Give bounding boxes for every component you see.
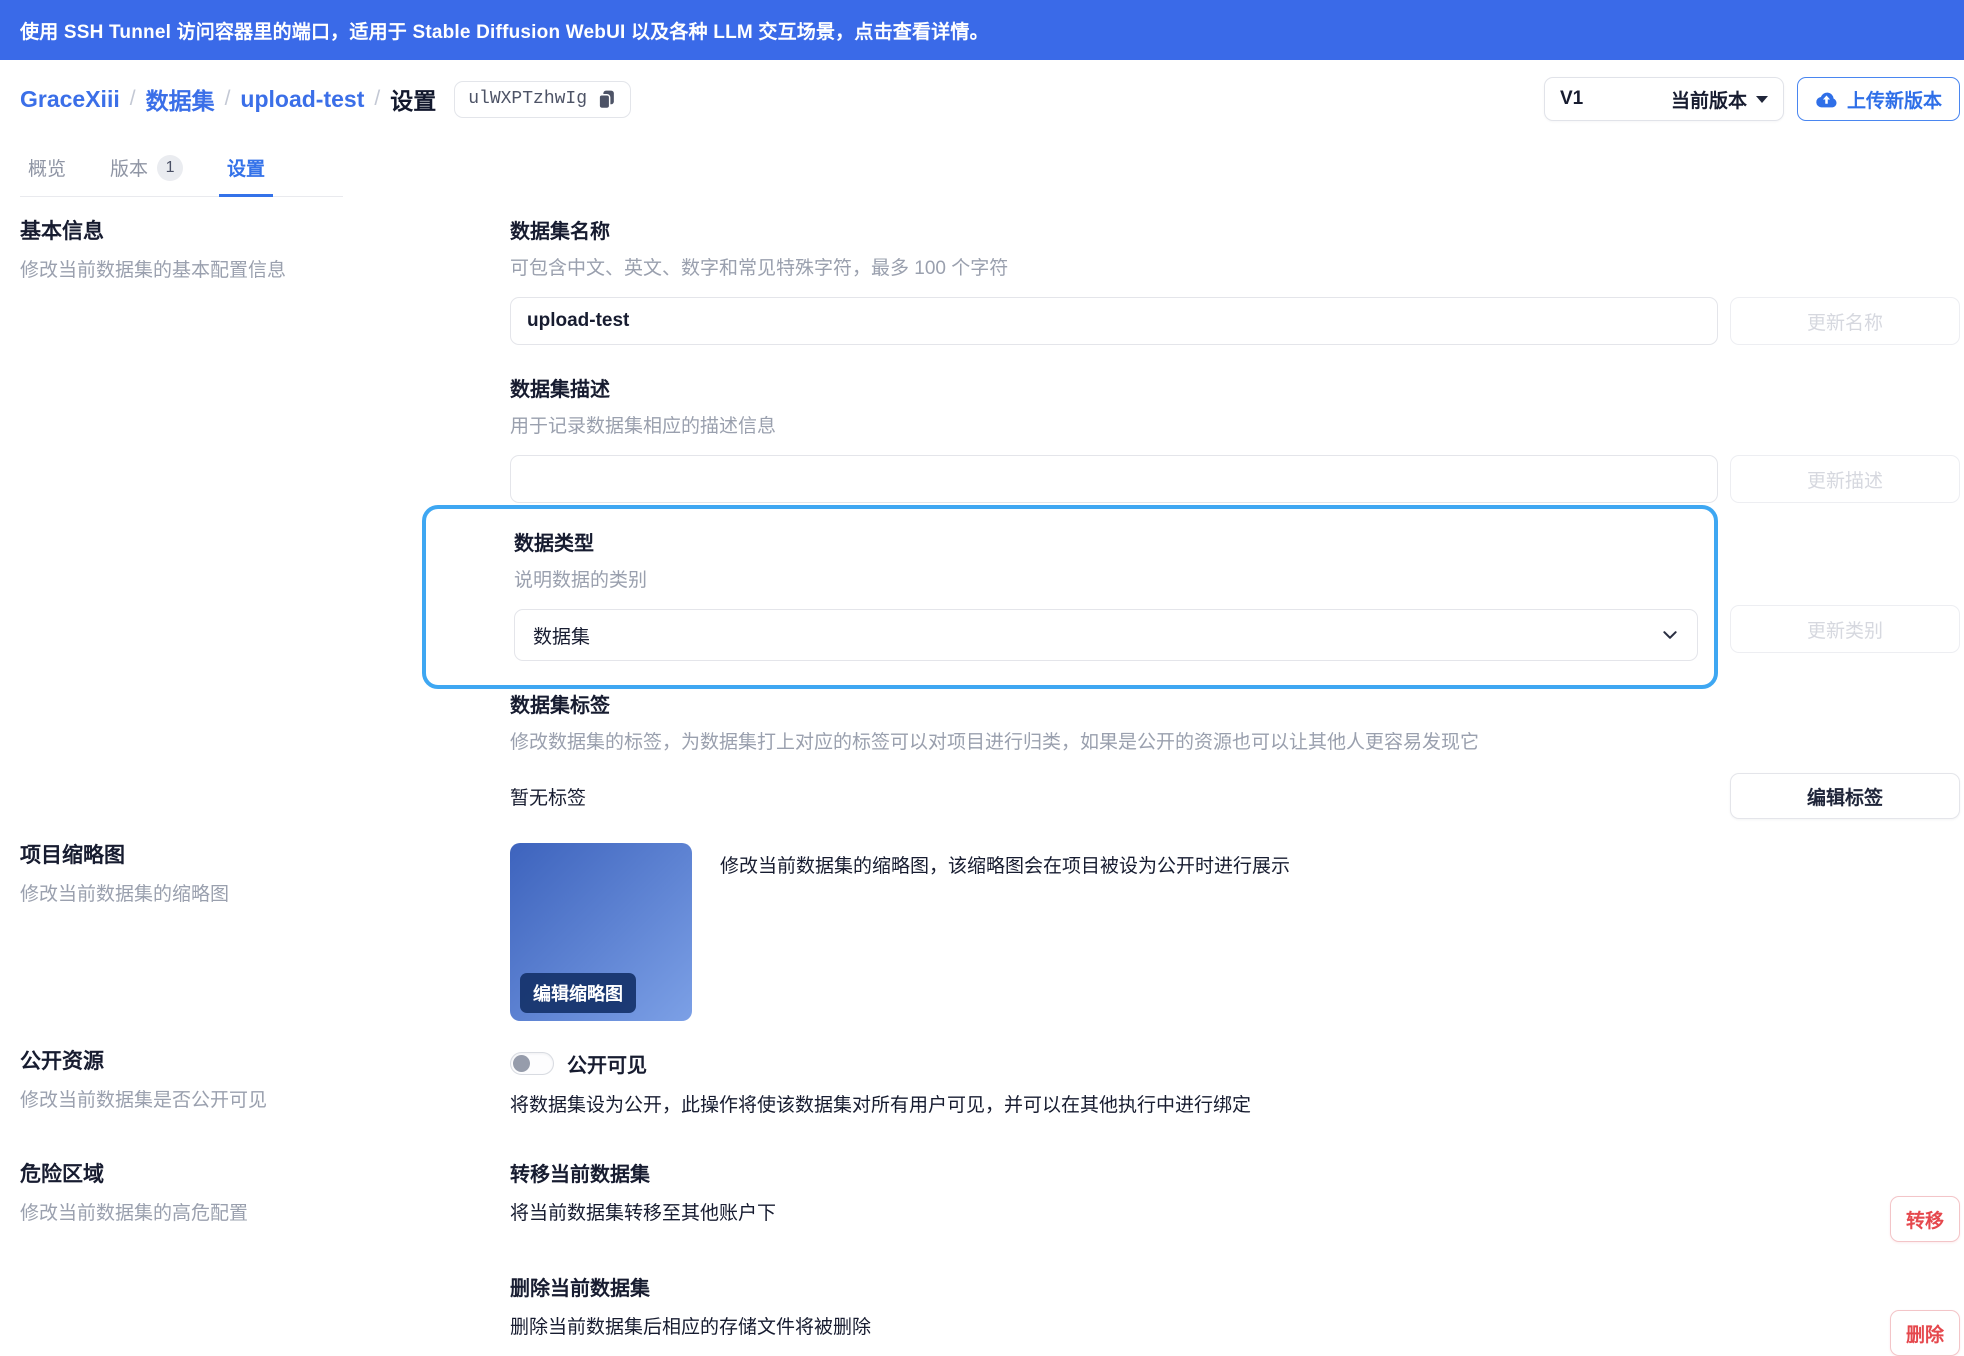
version-count-badge: 1: [157, 154, 184, 181]
data-type-label: 数据类型: [514, 533, 594, 555]
danger-zone-section: 危险区域 修改当前数据集的高危配置 转移当前数据集 将当前数据集转移至其他账户下…: [0, 1162, 1964, 1356]
chevron-down-icon: [1755, 95, 1768, 103]
upload-button-label: 上传新版本: [1846, 90, 1942, 112]
breadcrumb-separator: /: [129, 87, 136, 110]
dataset-tags-field: 数据集标签 修改数据集的标签，为数据集打上对应的标签可以对项目进行归类，如果是公…: [510, 693, 1960, 819]
tab-versions[interactable]: 版本 1: [102, 144, 191, 197]
thumbnail-description: 修改当前数据集的缩略图: [20, 884, 230, 905]
version-selector-label: 当前版本: [1670, 90, 1747, 112]
tags-empty-text: 暂无标签: [510, 787, 587, 809]
delete-description: 删除当前数据集后相应的存储文件将被删除: [510, 1317, 872, 1338]
page-header: GraceXiii / 数据集 / upload-test / 设置 ulWXP…: [0, 60, 1964, 132]
dataset-description-hint: 用于记录数据集相应的描述信息: [510, 416, 777, 437]
promo-banner[interactable]: 使用 SSH Tunnel 访问容器里的端口，适用于 Stable Diffus…: [0, 0, 1964, 60]
dataset-description-label: 数据集描述: [510, 379, 610, 401]
public-hint: 将数据集设为公开，此操作将使该数据集对所有用户可见，并可以在其他执行中进行绑定: [510, 1095, 1252, 1116]
tab-overview[interactable]: 概览: [20, 144, 74, 197]
delete-title: 删除当前数据集: [510, 1278, 650, 1300]
dataset-name-field: 数据集名称 可包含中文、英文、数字和常见特殊字符，最多 100 个字符 更新名称: [510, 219, 1960, 345]
thumbnail-title: 项目缩略图: [20, 844, 125, 867]
edit-thumbnail-button[interactable]: 编辑缩略图: [520, 973, 636, 1013]
upload-new-version-button[interactable]: 上传新版本: [1796, 77, 1960, 121]
tab-versions-label: 版本: [110, 159, 149, 180]
breadcrumb-separator: /: [374, 87, 381, 110]
tab-settings[interactable]: 设置: [219, 144, 274, 197]
tab-overview-label: 概览: [28, 159, 67, 180]
settings-content: 基本信息 修改当前数据集的基本配置信息 数据集名称 可包含中文、英文、数字和常见…: [0, 219, 1964, 1356]
danger-title: 危险区域: [20, 1163, 104, 1186]
data-type-field: 数据类型 说明数据的类别 数据集 更新类别: [422, 505, 1960, 689]
breadcrumb: GraceXiii / 数据集 / upload-test / 设置 ulWXP…: [20, 80, 632, 118]
edit-tags-button[interactable]: 编辑标签: [1730, 773, 1960, 819]
data-type-selected-value: 数据集: [533, 626, 591, 648]
chevron-down-icon: [1663, 631, 1677, 639]
breadcrumb-user-link[interactable]: GraceXiii: [20, 86, 120, 113]
toggle-knob: [513, 1055, 530, 1072]
basic-info-description: 修改当前数据集的基本配置信息: [20, 260, 287, 281]
dataset-description-field: 数据集描述 用于记录数据集相应的描述信息 更新描述: [510, 377, 1960, 503]
thumbnail-hint: 修改当前数据集的缩略图，该缩略图会在项目被设为公开时进行展示: [720, 856, 1291, 877]
thumbnail-section: 项目缩略图 修改当前数据集的缩略图 编辑缩略图 修改当前数据集的缩略图，该缩略图…: [0, 843, 1964, 1021]
transfer-description: 将当前数据集转移至其他账户下: [510, 1203, 777, 1224]
update-description-button[interactable]: 更新描述: [1730, 455, 1960, 503]
dataset-name-label: 数据集名称: [510, 221, 610, 243]
breadcrumb-datasets-link[interactable]: 数据集: [146, 82, 215, 116]
project-thumbnail[interactable]: 编辑缩略图: [510, 843, 692, 1021]
version-selector[interactable]: V1 当前版本: [1543, 77, 1784, 121]
dataset-tags-label: 数据集标签: [510, 695, 610, 717]
delete-button[interactable]: 删除: [1889, 1310, 1960, 1356]
dataset-tags-hint: 修改数据集的标签，为数据集打上对应的标签可以对项目进行归类，如果是公开的资源也可…: [510, 732, 1480, 753]
transfer-button[interactable]: 转移: [1889, 1196, 1960, 1242]
breadcrumb-current-page: 设置: [390, 88, 437, 114]
data-type-select[interactable]: 数据集: [514, 609, 1698, 661]
transfer-dataset-block: 转移当前数据集 将当前数据集转移至其他账户下 转移: [510, 1162, 1960, 1242]
tab-settings-label: 设置: [227, 159, 266, 180]
transfer-title: 转移当前数据集: [510, 1164, 650, 1186]
public-visibility-toggle[interactable]: [510, 1052, 554, 1075]
copy-icon[interactable]: [596, 89, 617, 110]
header-actions: V1 当前版本 上传新版本: [1543, 77, 1960, 121]
public-title: 公开资源: [20, 1050, 104, 1073]
breadcrumb-separator: /: [224, 87, 231, 110]
data-type-hint: 说明数据的类别: [514, 570, 648, 591]
public-resource-section: 公开资源 修改当前数据集是否公开可见 公开可见 将数据集设为公开，此操作将使该数…: [0, 1049, 1964, 1118]
basic-info-title: 基本信息: [20, 220, 104, 243]
update-name-button[interactable]: 更新名称: [1730, 297, 1960, 345]
basic-info-section: 基本信息 修改当前数据集的基本配置信息 数据集名称 可包含中文、英文、数字和常见…: [0, 219, 1964, 819]
dataset-name-input[interactable]: [510, 297, 1718, 345]
delete-dataset-block: 删除当前数据集 删除当前数据集后相应的存储文件将被删除 删除: [510, 1276, 1960, 1356]
danger-description: 修改当前数据集的高危配置: [20, 1203, 249, 1224]
tab-bar: 概览 版本 1 设置: [20, 144, 344, 197]
update-type-button[interactable]: 更新类别: [1730, 605, 1960, 653]
public-description: 修改当前数据集是否公开可见: [20, 1090, 268, 1111]
version-value: V1: [1559, 88, 1584, 109]
promo-banner-text: 使用 SSH Tunnel 访问容器里的端口，适用于 Stable Diffus…: [20, 21, 989, 43]
dataset-id-chip[interactable]: ulWXPTzhwIg: [454, 80, 632, 118]
dataset-description-input[interactable]: [510, 455, 1718, 503]
dataset-id-value: ulWXPTzhwIg: [468, 89, 588, 109]
dataset-name-hint: 可包含中文、英文、数字和常见特殊字符，最多 100 个字符: [510, 258, 1009, 279]
cloud-upload-icon: [1816, 92, 1837, 108]
public-toggle-label: 公开可见: [567, 1055, 647, 1077]
data-type-highlight-box: 数据类型 说明数据的类别 数据集: [422, 505, 1718, 689]
breadcrumb-project-link[interactable]: upload-test: [240, 86, 364, 113]
